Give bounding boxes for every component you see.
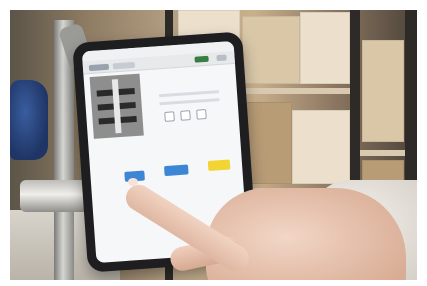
action-button-blue-2[interactable] xyxy=(163,164,189,177)
inspection-image xyxy=(89,73,144,139)
cardboard-box xyxy=(292,110,350,184)
cardboard-box xyxy=(362,40,404,142)
blue-bag xyxy=(10,80,48,160)
cardboard-box xyxy=(300,12,350,84)
control-line xyxy=(158,90,220,98)
control-line xyxy=(159,98,220,106)
control-panel xyxy=(149,87,231,130)
menu-button[interactable] xyxy=(216,54,227,62)
cardboard-box xyxy=(242,16,300,84)
photo-scene xyxy=(10,10,417,280)
status-badge xyxy=(194,55,209,63)
stepper-button[interactable] xyxy=(180,110,191,121)
stepper-button[interactable] xyxy=(164,111,175,122)
stepper-button[interactable] xyxy=(196,109,207,120)
action-button-yellow[interactable] xyxy=(207,159,231,172)
fingertip xyxy=(128,178,138,186)
shelf-board xyxy=(360,150,405,156)
